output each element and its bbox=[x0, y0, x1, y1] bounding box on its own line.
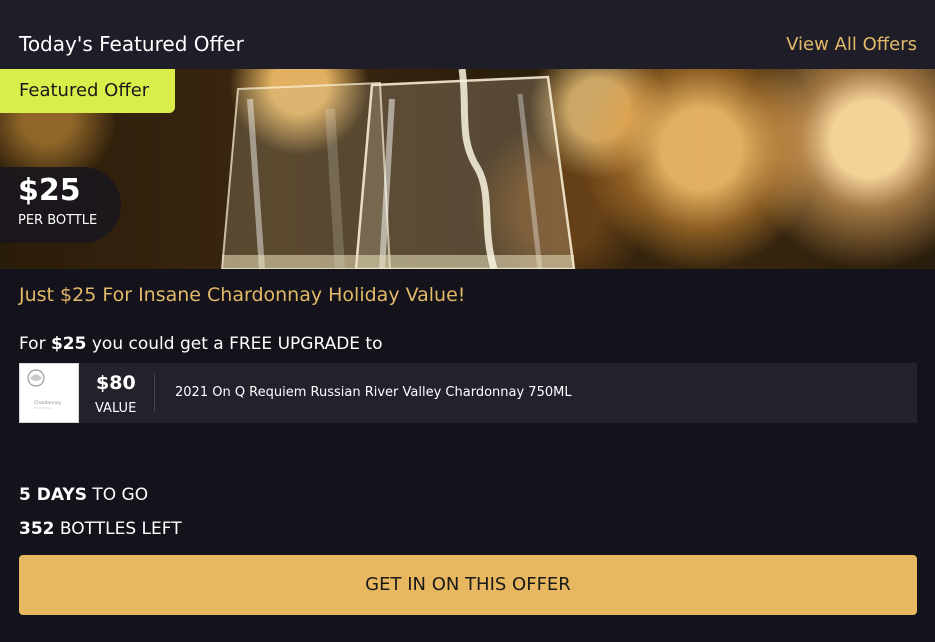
days-label: TO GO bbox=[92, 485, 149, 505]
days-value: 5 DAYS bbox=[19, 485, 87, 505]
upgrade-prefix: For bbox=[19, 334, 46, 354]
days-remaining: 5 DAYS TO GO bbox=[19, 483, 148, 507]
wine-label-thumbnail: Chardonnay bbox=[19, 363, 79, 423]
offer-headline: Just $25 For Insane Chardonnay Holiday V… bbox=[19, 284, 466, 306]
bottles-remaining: 352 BOTTLES LEFT bbox=[19, 517, 182, 541]
price-badge: $25 PER BOTTLE bbox=[0, 167, 121, 243]
view-all-offers-link[interactable]: View All Offers bbox=[786, 33, 917, 57]
upgrade-price: $25 bbox=[50, 334, 87, 354]
card-divider bbox=[154, 374, 155, 412]
bottles-label: BOTTLES LEFT bbox=[59, 519, 182, 539]
value-label: VALUE bbox=[95, 401, 137, 416]
upgrade-description: For $25 you could get a FREE UPGRADE to bbox=[19, 332, 383, 356]
upgrade-product-card[interactable]: Chardonnay $80 VALUE 2021 On Q Requiem R… bbox=[19, 363, 917, 423]
value-amount: $80 bbox=[96, 372, 136, 394]
hero-image: Featured Offer $25 PER BOTTLE bbox=[0, 69, 935, 269]
price-amount: $25 bbox=[18, 173, 81, 208]
wine-label-crest-icon: Chardonnay bbox=[27, 369, 62, 409]
product-name[interactable]: 2021 On Q Requiem Russian River Valley C… bbox=[175, 384, 572, 402]
price-unit: PER BOTTLE bbox=[18, 213, 98, 228]
offer-header: Today's Featured Offer View All Offers bbox=[0, 0, 935, 69]
bottles-value: 352 bbox=[19, 519, 55, 539]
featured-offer-page: Today's Featured Offer View All Offers F… bbox=[0, 0, 935, 642]
upgrade-suffix: you could get a FREE UPGRADE to bbox=[91, 334, 383, 354]
wine-label-text: Chardonnay bbox=[34, 400, 62, 406]
featured-offer-tag: Featured Offer bbox=[0, 69, 175, 113]
header-title: Today's Featured Offer bbox=[19, 32, 244, 56]
get-offer-button[interactable]: GET IN ON THIS OFFER bbox=[19, 555, 917, 615]
